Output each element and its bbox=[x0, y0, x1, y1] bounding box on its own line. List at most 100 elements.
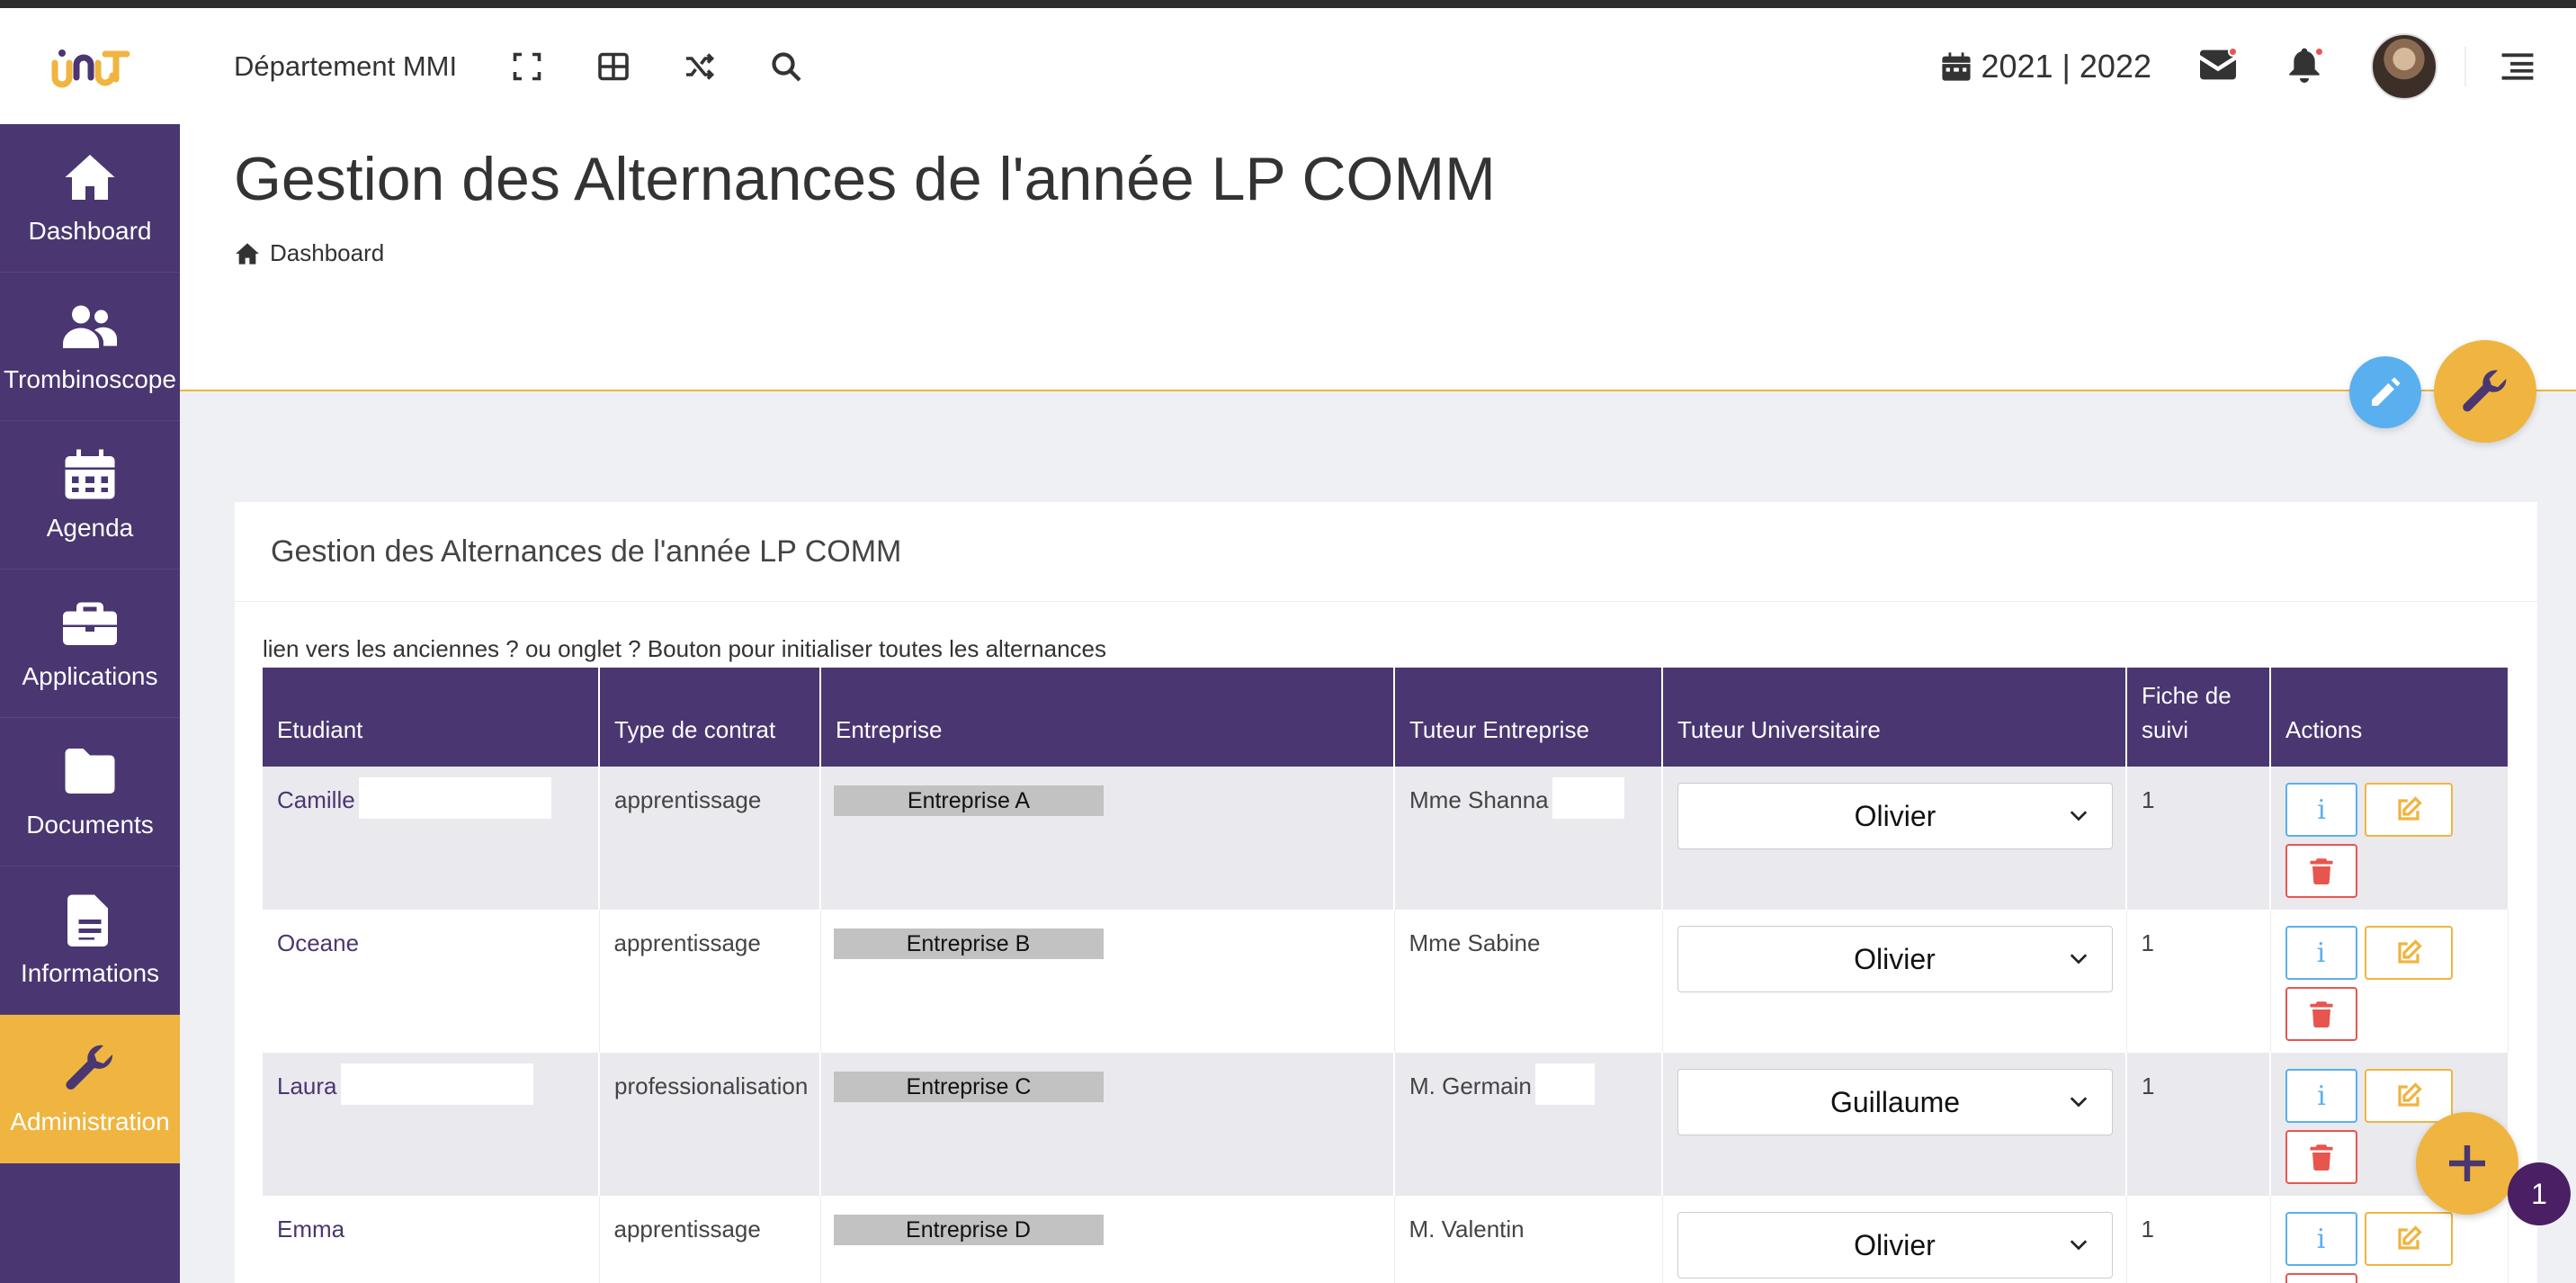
company-name: Entreprise B bbox=[833, 929, 1104, 959]
cell-actions: i bbox=[2270, 767, 2508, 910]
tutor-company-name: M. Valentin bbox=[1409, 1216, 1525, 1243]
notifications-button[interactable] bbox=[2285, 46, 2324, 86]
sidebar-item-label: Applications bbox=[22, 662, 158, 690]
alternances-card: Gestion des Alternances de l'année LP CO… bbox=[235, 502, 2537, 1283]
cell-tutor-company: Mme Shanna bbox=[1394, 767, 1663, 910]
col-type-contrat[interactable]: Type de contrat bbox=[599, 668, 821, 767]
info-button[interactable]: i bbox=[2285, 1212, 2357, 1266]
student-link[interactable]: Laura bbox=[277, 1072, 337, 1100]
tutor-univ-select[interactable]: Olivier bbox=[1677, 1212, 2113, 1279]
count-badge[interactable]: 1 bbox=[2508, 1162, 2571, 1225]
edit-icon bbox=[2397, 939, 2422, 964]
student-link[interactable]: Camille bbox=[277, 786, 355, 814]
edit-button[interactable] bbox=[2364, 926, 2453, 980]
department-name[interactable]: Département MMI bbox=[234, 50, 457, 83]
cell-actions: i bbox=[2270, 910, 2509, 1053]
delete-button[interactable] bbox=[2285, 987, 2357, 1041]
header-right: 2021 | 2022 bbox=[1941, 8, 2576, 124]
shuffle-icon[interactable] bbox=[684, 50, 716, 83]
select-value: Olivier bbox=[1854, 942, 1936, 975]
delete-button[interactable] bbox=[2285, 1273, 2357, 1283]
sidebar-item-administration[interactable]: Administration bbox=[0, 1015, 180, 1163]
sidebar-item-label: Trombinoscope bbox=[4, 365, 176, 393]
sidebar-item-label: Administration bbox=[10, 1108, 170, 1135]
col-tuteur-universitaire[interactable]: Tuteur Universitaire bbox=[1662, 668, 2127, 767]
admin-fab-button[interactable] bbox=[2434, 340, 2536, 443]
col-etudiant[interactable]: Etudiant bbox=[263, 668, 600, 767]
chevron-down-icon bbox=[2070, 811, 2088, 821]
avatar[interactable] bbox=[2371, 32, 2437, 100]
edit-icon bbox=[2398, 1082, 2422, 1107]
cell-fiche: 1 bbox=[2126, 1053, 2271, 1196]
delete-button[interactable] bbox=[2285, 844, 2357, 898]
col-entreprise[interactable]: Entreprise bbox=[820, 668, 1395, 767]
trash-icon bbox=[2310, 858, 2333, 884]
redaction-block bbox=[340, 1063, 533, 1105]
file-text-icon bbox=[67, 894, 108, 947]
search-icon[interactable] bbox=[770, 50, 802, 83]
cell-contract: apprentissage bbox=[599, 1196, 821, 1283]
notification-dot bbox=[2314, 46, 2324, 57]
trash-icon bbox=[2310, 1144, 2333, 1171]
cell-tutor-univ: Guillaume bbox=[1662, 1053, 2127, 1196]
edit-icon bbox=[2398, 796, 2422, 821]
plus-icon bbox=[2449, 1145, 2485, 1181]
card-divider bbox=[235, 601, 2537, 602]
card-title: Gestion des Alternances de l'année LP CO… bbox=[271, 534, 902, 569]
redaction-block bbox=[1534, 1063, 1595, 1105]
cell-fiche: 1 bbox=[2126, 1196, 2271, 1283]
sidebar-item-applications[interactable]: Applications bbox=[0, 570, 180, 718]
tutor-univ-select[interactable]: Olivier bbox=[1677, 926, 2113, 992]
notification-dot bbox=[2228, 46, 2238, 57]
student-link[interactable]: Emma bbox=[277, 1216, 344, 1243]
delete-button[interactable] bbox=[2285, 1130, 2357, 1184]
pencil-icon bbox=[2372, 377, 2401, 406]
cell-tutor-univ: Olivier bbox=[1662, 910, 2127, 1053]
chevron-down-icon bbox=[2070, 954, 2087, 964]
sidebar-item-agenda[interactable]: Agenda bbox=[0, 421, 180, 570]
cell-student: Laura bbox=[263, 1053, 600, 1196]
sidebar-item-dashboard[interactable]: Dashboard bbox=[0, 124, 180, 273]
table-row: Laura professionalisation Entreprise C M… bbox=[263, 1053, 2508, 1196]
sidebar-item-trombinoscope[interactable]: Trombinoscope bbox=[0, 273, 180, 421]
sidebar-item-documents[interactable]: Documents bbox=[0, 718, 180, 866]
academic-year[interactable]: 2021 | 2022 bbox=[1941, 48, 2151, 85]
cell-contract: apprentissage bbox=[599, 767, 821, 910]
select-value: Olivier bbox=[1854, 1228, 1936, 1261]
mail-button[interactable] bbox=[2198, 46, 2238, 86]
info-button[interactable]: i bbox=[2285, 1069, 2357, 1123]
card-note: lien vers les anciennes ? ou onglet ? Bo… bbox=[263, 635, 1107, 662]
col-actions: Actions bbox=[2285, 716, 2363, 743]
edit-button[interactable] bbox=[2365, 1069, 2453, 1123]
info-button[interactable]: i bbox=[2285, 783, 2357, 837]
calendar-icon bbox=[1942, 51, 1972, 81]
table-row: Camille apprentissage Entreprise A Mme S… bbox=[263, 767, 2508, 910]
edit-button[interactable] bbox=[2365, 783, 2453, 837]
table-row: Oceane apprentissage Entreprise B Mme Sa… bbox=[263, 910, 2509, 1053]
menu-icon[interactable] bbox=[2500, 51, 2535, 82]
users-icon bbox=[63, 305, 117, 348]
sidebar-item-label: Informations bbox=[20, 959, 160, 987]
logo[interactable] bbox=[0, 8, 180, 124]
fullscreen-icon[interactable] bbox=[511, 50, 543, 83]
folder-icon bbox=[65, 749, 115, 794]
student-link[interactable]: Oceane bbox=[277, 929, 359, 957]
company-name: Entreprise D bbox=[833, 1215, 1104, 1245]
col-tuteur-entreprise[interactable]: Tuteur Entreprise bbox=[1394, 668, 1663, 767]
breadcrumb[interactable]: Dashboard bbox=[234, 239, 384, 267]
window-top-strip bbox=[0, 0, 2576, 8]
edit-button[interactable] bbox=[2364, 1212, 2453, 1266]
info-button[interactable]: i bbox=[2285, 926, 2357, 980]
breadcrumb-dashboard[interactable]: Dashboard bbox=[270, 239, 384, 267]
cell-contract: professionalisation bbox=[599, 1053, 821, 1196]
briefcase-icon bbox=[63, 602, 117, 645]
edit-fab-button[interactable] bbox=[2349, 356, 2421, 428]
add-fab-button[interactable] bbox=[2416, 1112, 2518, 1215]
col-fiche-suivi[interactable]: Fiche de suivi bbox=[2126, 668, 2271, 767]
sidebar-item-informations[interactable]: Informations bbox=[0, 866, 180, 1015]
tutor-univ-select[interactable]: Olivier bbox=[1677, 783, 2113, 849]
tutor-univ-select[interactable]: Guillaume bbox=[1677, 1069, 2113, 1135]
grid-icon[interactable] bbox=[597, 50, 630, 83]
iut-logo-icon bbox=[51, 49, 130, 87]
cell-fiche: 1 bbox=[2126, 767, 2271, 910]
